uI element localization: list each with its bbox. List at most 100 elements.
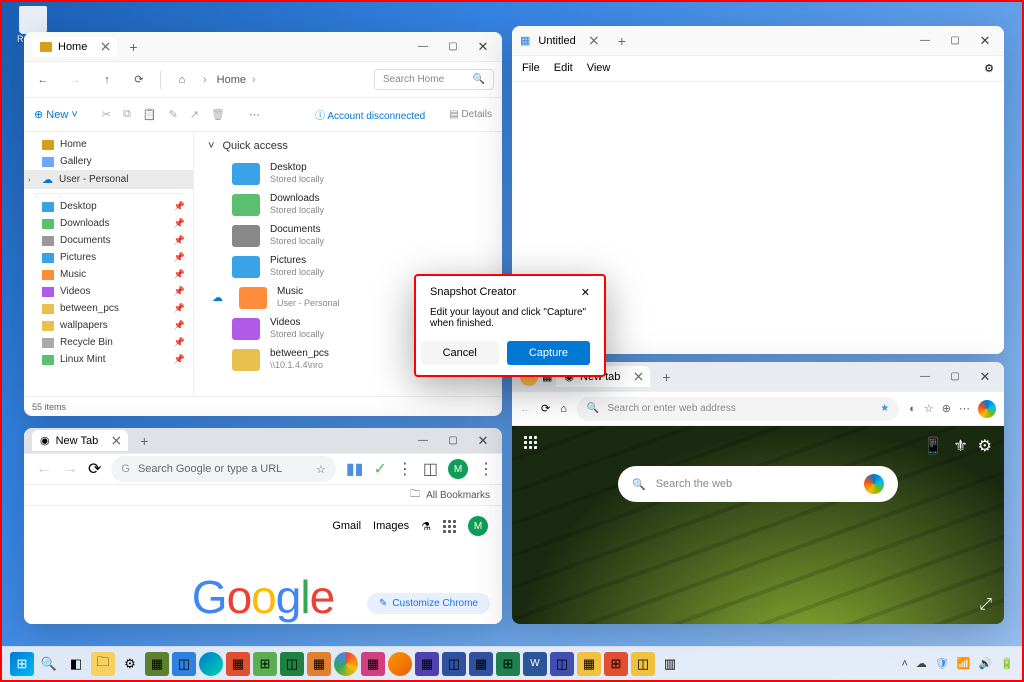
- paste-button[interactable]: 📋: [143, 108, 157, 121]
- notepad-tab[interactable]: Untitled ⨯: [534, 31, 605, 51]
- maximize-button[interactable]: ▢: [438, 35, 468, 59]
- capture-button[interactable]: Capture: [507, 341, 590, 365]
- minimize-button[interactable]: —: [910, 365, 940, 389]
- settings-icon[interactable]: ⚙: [118, 652, 142, 676]
- maximize-button[interactable]: ▢: [940, 29, 970, 53]
- minimize-button[interactable]: —: [408, 429, 438, 453]
- new-tab-button[interactable]: +: [654, 369, 678, 385]
- menu-edit[interactable]: Edit: [554, 62, 573, 75]
- back-button[interactable]: ←: [520, 403, 531, 415]
- new-button[interactable]: ⊕ New ˅: [34, 108, 78, 121]
- network-icon[interactable]: 📶: [957, 657, 971, 670]
- delete-button[interactable]: 🗑: [211, 108, 225, 121]
- qa-desktop[interactable]: DesktopStored locally: [208, 158, 488, 189]
- account-status[interactable]: ⓘ Account disconnected: [315, 107, 425, 122]
- maximize-button[interactable]: ▢: [940, 365, 970, 389]
- close-button[interactable]: ✕: [468, 35, 498, 59]
- app-icon[interactable]: ⊞: [604, 652, 628, 676]
- close-button[interactable]: ✕: [970, 29, 1000, 53]
- copilot-icon[interactable]: [978, 400, 996, 418]
- forward-button[interactable]: →: [62, 460, 78, 478]
- menu-file[interactable]: File: [522, 62, 540, 75]
- breadcrumb[interactable]: Home ›: [217, 74, 364, 86]
- qa-downloads[interactable]: DownloadsStored locally: [208, 189, 488, 220]
- app-icon[interactable]: ⊞: [496, 652, 520, 676]
- search-button[interactable]: 🔍: [37, 652, 61, 676]
- menu-icon[interactable]: ⋮: [397, 459, 413, 479]
- new-tab-button[interactable]: +: [610, 33, 634, 49]
- apps-icon[interactable]: [524, 436, 537, 449]
- nav-gallery[interactable]: Gallery: [24, 153, 193, 170]
- search-input[interactable]: Search Home 🔍: [374, 69, 494, 90]
- app-icon[interactable]: ◫: [172, 652, 196, 676]
- share-button[interactable]: ↗: [190, 108, 199, 121]
- close-icon[interactable]: ⨯: [588, 32, 600, 49]
- nav-downloads[interactable]: Downloads📌: [24, 215, 193, 232]
- app-icon[interactable]: ◫: [280, 652, 304, 676]
- explorer-tab[interactable]: Home ⨯: [32, 37, 117, 57]
- labs-icon[interactable]: ⚗: [421, 520, 431, 533]
- gmail-link[interactable]: Gmail: [332, 520, 361, 532]
- favorites-icon[interactable]: ☆: [924, 402, 934, 415]
- details-button[interactable]: ▤ Details: [449, 109, 492, 120]
- rewards-icon[interactable]: ⚜: [953, 436, 967, 456]
- app-icon[interactable]: ◫: [631, 652, 655, 676]
- app-icon[interactable]: ◫: [442, 652, 466, 676]
- minimize-button[interactable]: —: [408, 35, 438, 59]
- edge-icon[interactable]: [199, 652, 223, 676]
- all-bookmarks[interactable]: All Bookmarks: [426, 490, 490, 501]
- mobile-icon[interactable]: 📱: [923, 436, 943, 456]
- search-box[interactable]: 🔍 Search the web: [618, 466, 898, 502]
- nav-user[interactable]: ›☁User - Personal: [24, 170, 193, 189]
- home-button[interactable]: ⌂: [560, 403, 567, 415]
- nav-desktop[interactable]: Desktop📌: [24, 198, 193, 215]
- nav-mint[interactable]: Linux Mint📌: [24, 351, 193, 368]
- maximize-button[interactable]: ▢: [438, 429, 468, 453]
- reload-button[interactable]: ⟳: [541, 402, 550, 415]
- up-button[interactable]: ↑: [96, 69, 118, 91]
- nav-pictures[interactable]: Pictures📌: [24, 249, 193, 266]
- back-button[interactable]: ←: [36, 460, 52, 478]
- nav-between[interactable]: between_pcs📌: [24, 300, 193, 317]
- nav-wallpapers[interactable]: wallpapers📌: [24, 317, 193, 334]
- nav-music[interactable]: Music📌: [24, 266, 193, 283]
- app-icon[interactable]: ▦: [145, 652, 169, 676]
- profile-avatar[interactable]: M: [468, 516, 488, 536]
- system-tray[interactable]: ˄ ☁ 🛡 📶 🔊 🔋: [901, 657, 1014, 670]
- more-icon[interactable]: ⋯: [959, 402, 970, 415]
- forward-button[interactable]: →: [64, 69, 86, 91]
- app-icon[interactable]: ◫: [550, 652, 574, 676]
- extension-icon[interactable]: ▮▮: [346, 459, 364, 479]
- app-icon[interactable]: ▦: [307, 652, 331, 676]
- app-icon[interactable]: ▦: [361, 652, 385, 676]
- volume-icon[interactable]: 🔊: [979, 657, 993, 670]
- apps-icon[interactable]: [443, 520, 456, 533]
- nav-recycle[interactable]: Recycle Bin📌: [24, 334, 193, 351]
- close-icon[interactable]: ⨯: [633, 368, 645, 385]
- explorer-icon[interactable]: 🗀: [91, 652, 115, 676]
- app-icon[interactable]: ▦: [577, 652, 601, 676]
- onedrive-icon[interactable]: ☁: [916, 657, 927, 670]
- address-bar[interactable]: 🔍 Search or enter web address ★: [577, 397, 899, 421]
- new-tab-button[interactable]: +: [121, 39, 145, 55]
- more-icon[interactable]: ⋮: [478, 459, 494, 479]
- security-icon[interactable]: 🛡: [935, 657, 949, 670]
- qa-documents[interactable]: DocumentsStored locally: [208, 220, 488, 251]
- images-link[interactable]: Images: [373, 520, 409, 532]
- menu-view[interactable]: View: [587, 62, 611, 75]
- rename-button[interactable]: ✎: [169, 108, 178, 121]
- quick-access-header[interactable]: ˅Quick access: [208, 140, 488, 152]
- app-icon[interactable]: ▦: [469, 652, 493, 676]
- expand-icon[interactable]: ⤢: [979, 596, 992, 614]
- close-icon[interactable]: ⨯: [100, 38, 112, 55]
- copy-button[interactable]: ⧉: [123, 108, 131, 121]
- settings-icon[interactable]: ⚙: [978, 436, 992, 456]
- profile-avatar[interactable]: M: [448, 459, 468, 479]
- customize-chrome-button[interactable]: ✎Customize Chrome: [367, 593, 490, 614]
- extension-icon[interactable]: ✓: [373, 459, 386, 479]
- word-icon[interactable]: W: [523, 652, 547, 676]
- collections-icon[interactable]: ⊕: [942, 402, 951, 415]
- firefox-icon[interactable]: [388, 652, 412, 676]
- breadcrumb-home[interactable]: Home: [217, 74, 246, 86]
- settings-button[interactable]: ⚙: [984, 62, 994, 75]
